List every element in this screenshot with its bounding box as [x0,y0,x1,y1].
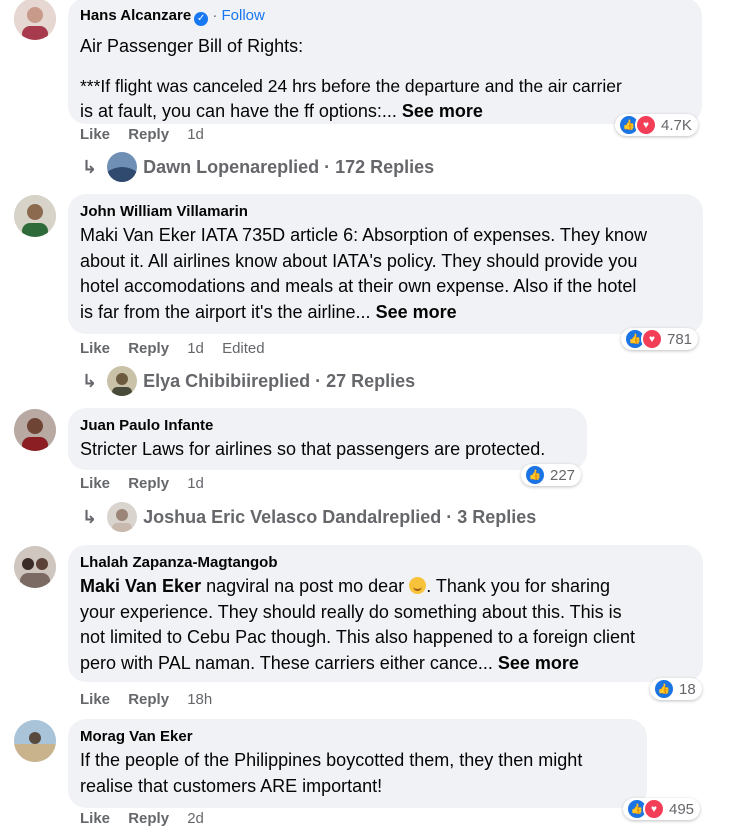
reaction-summary[interactable]: 👍 ♥ 781 [621,328,699,350]
comment-text: Stricter Laws for airlines so that passe… [80,437,575,463]
reply-count: replied · 3 Replies [382,506,537,527]
heart-icon: ♥ [641,328,663,350]
comment-author-line: Hans Alcanzare ✓ · Follow [80,6,690,26]
comment-line-text: is far from the airport it's the airline… [80,301,371,322]
timestamp[interactable]: 18h [187,691,212,708]
comment-line: ***If flight was canceled 24 hrs before … [80,75,622,96]
like-button[interactable]: Like [80,340,110,357]
comment-bubble: Juan Paulo Infante Stricter Laws for air… [68,408,587,470]
reply-avatar [107,502,138,532]
timestamp[interactable]: 2d [187,810,204,827]
reaction-count: 227 [550,466,576,484]
like-button[interactable]: Like [80,691,110,708]
reply-author: Elya Chibibii [143,370,252,391]
comment-line-text: nagviral na post mo dear [201,576,410,596]
reaction-summary[interactable]: 👍 227 [521,464,582,486]
reply-button[interactable]: Reply [128,340,169,357]
reply-arrow-icon: ↳ [82,156,98,177]
comment-actions: Like Reply 1d [80,126,218,143]
comment-bubble: Hans Alcanzare ✓ · Follow Air Passenger B… [68,0,702,124]
reaction-count: 18 [679,680,696,698]
view-replies[interactable]: ↳ Dawn Lopena replied · 172 Replies [82,152,434,182]
avatar[interactable] [14,409,56,451]
avatar[interactable] [14,546,56,588]
reply-arrow-icon: ↳ [82,506,98,527]
timestamp[interactable]: 1d [187,340,204,357]
like-button[interactable]: Like [80,810,110,827]
like-button[interactable]: Like [80,126,110,143]
thumbs-up-icon: 👍 [653,678,675,700]
comment-actions: Like Reply 1d [80,475,218,492]
comment-text: Air Passenger Bill of Rights: ***If flig… [80,34,690,125]
comment-line: your experience. They should really do s… [80,601,622,622]
smile-emoji-icon [409,577,427,594]
comment-line: about it. All airlines know about IATA's… [80,250,638,271]
comment-line: Maki Van Eker nagviral na post mo dear .… [80,574,691,600]
comment-line: Stricter Laws for airlines so that passe… [80,439,546,459]
see-more-link[interactable]: See more [376,302,457,322]
comment-author[interactable]: John William Villamarin [80,202,691,221]
comment-line: If the people of the Philippines boycott… [80,750,583,770]
see-more-link[interactable]: See more [402,101,483,121]
reply-count: replied · 27 Replies [251,370,416,391]
comment-line-text: pero with PAL naman. These carriers eith… [80,652,493,673]
comment-bubble: Lhalah Zapanza-Magtangob Maki Van Eker n… [68,545,703,682]
thumbs-up-icon: 👍 [524,464,546,486]
comment-text: Maki Van Eker IATA 735D article 6: Absor… [80,223,691,325]
comment-actions: Like Reply 1d Edited [80,340,279,357]
reply-button[interactable]: Reply [128,475,169,492]
reaction-count: 4.7K [661,116,692,134]
comment-author[interactable]: Juan Paulo Infante [80,416,575,435]
comment-line-text: . Thank you for sharing [426,576,610,596]
reaction-summary[interactable]: 👍 ♥ 495 [623,798,701,820]
edited-label: Edited [222,340,265,357]
reply-button[interactable]: Reply [128,126,169,143]
view-replies[interactable]: ↳ Elya Chibibii replied · 27 Replies [82,366,415,396]
reply-author: Joshua Eric Velasco Dandal [143,506,383,527]
avatar[interactable] [14,0,56,40]
comment-author[interactable]: Morag Van Eker [80,727,635,746]
timestamp[interactable]: 1d [187,475,204,492]
view-replies[interactable]: ↳ Joshua Eric Velasco Dandal replied · 3… [82,502,536,532]
comment-line: is far from the airport it's the airline… [80,300,691,326]
comment-actions: Like Reply 18h [80,691,226,708]
avatar[interactable] [14,720,56,762]
reaction-summary[interactable]: 👍 ♥ 4.7K [615,114,698,136]
reply-arrow-icon: ↳ [82,370,98,391]
comment-line-text: is at fault, you can have the ff options… [80,101,397,121]
comment-line: pero with PAL naman. These carriers eith… [80,651,691,677]
comment-text: Maki Van Eker nagviral na post mo dear .… [80,574,691,676]
reaction-count: 495 [669,800,695,818]
comment-bubble: John William Villamarin Maki Van Eker IA… [68,194,703,334]
comment-line: realise that customers ARE important! [80,775,383,796]
mention-link[interactable]: Maki Van Eker [80,576,201,596]
like-button[interactable]: Like [80,475,110,492]
see-more-link[interactable]: See more [498,653,579,673]
reply-avatar [107,152,138,182]
reply-button[interactable]: Reply [128,810,169,827]
comment-author[interactable]: Hans Alcanzare [80,7,191,24]
reply-button[interactable]: Reply [128,691,169,708]
comment-line: Air Passenger Bill of Rights: [80,36,304,56]
comment-text: If the people of the Philippines boycott… [80,748,635,799]
comment-line: is at fault, you can have the ff options… [80,99,690,125]
heart-icon: ♥ [635,114,657,136]
comment-author[interactable]: Lhalah Zapanza-Magtangob [80,553,691,572]
separator: · [212,7,218,24]
comment-bubble: Morag Van Eker If the people of the Phil… [68,719,647,808]
comment-line: Maki Van Eker IATA 735D article 6: Absor… [80,225,647,245]
follow-link[interactable]: Follow [222,7,265,24]
avatar[interactable] [14,195,56,237]
heart-icon: ♥ [643,798,665,820]
comment-line: hotel accomodations and meals at their o… [80,276,637,296]
verified-badge-icon: ✓ [194,12,209,26]
reply-author: Dawn Lopena [143,156,261,177]
timestamp[interactable]: 1d [187,126,204,143]
reply-count: replied · 172 Replies [260,156,435,177]
reaction-summary[interactable]: 👍 18 [650,678,702,700]
comment-actions: Like Reply 2d [80,810,218,827]
reaction-count: 781 [667,330,693,348]
reply-avatar [107,366,138,396]
comment-line: not limited to Cebu Pac though. This als… [80,627,636,647]
